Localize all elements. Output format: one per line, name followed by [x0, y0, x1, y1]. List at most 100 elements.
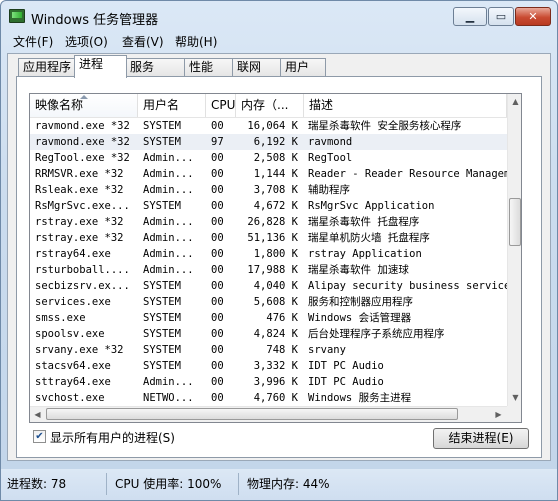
cell-image-name: ravmond.exe *32	[35, 136, 130, 148]
process-row[interactable]: svchost.exe NETWO... 00 4,760 K Windows 服务主进…	[30, 390, 507, 406]
menu-options[interactable]: 选项(O)	[65, 33, 108, 50]
cell-description: Windows 会话管理器	[308, 312, 412, 324]
scrollbar-corner	[507, 406, 521, 422]
title-bar[interactable]: Windows 任务管理器 ▁ ▭ ✕	[1, 1, 557, 31]
column-image-name[interactable]: 映像名称	[30, 94, 138, 117]
cell-description: RegTool	[308, 152, 353, 164]
process-row[interactable]: RRMSVR.exe *32 Admin... 00 1,144 K Reader - …	[30, 166, 507, 182]
cell-description: rstray Application	[308, 248, 422, 260]
column-user-name[interactable]: 用户名	[138, 94, 206, 117]
cell-memory: 4,824 K	[253, 328, 298, 340]
tab-applications[interactable]: 应用程序	[18, 58, 76, 77]
cell-cpu: 00	[211, 344, 224, 356]
cell-description: 辅助程序	[308, 184, 350, 196]
cell-cpu: 00	[211, 232, 224, 244]
cell-cpu: 00	[211, 392, 224, 404]
maximize-button[interactable]: ▭	[488, 7, 514, 26]
cell-image-name: stacsv64.exe	[35, 360, 111, 372]
cell-cpu: 00	[211, 200, 224, 212]
process-row[interactable]: srvany.exe *32 SYSTEM 00 748 K srvany	[30, 342, 507, 358]
tab-services[interactable]: 服务	[125, 58, 186, 77]
cell-user-name: SYSTEM	[143, 296, 181, 308]
vertical-scroll-thumb[interactable]	[509, 198, 521, 246]
scroll-down-icon[interactable]: ▼	[508, 390, 521, 406]
process-row[interactable]: RsMgrSvc.exe... SYSTEM 00 4,672 K RsMgrSvc A…	[30, 198, 507, 214]
scroll-right-icon[interactable]: ▶	[491, 407, 506, 422]
status-physical-memory: 物理内存: 44%	[247, 477, 330, 491]
checkmark-icon: ✔	[35, 431, 44, 442]
column-description[interactable]: 描述	[304, 94, 507, 117]
cell-image-name: svchost.exe	[35, 392, 105, 404]
status-cpu-usage: CPU 使用率: 100%	[111, 473, 239, 495]
cell-description: srvany	[308, 344, 346, 356]
close-button[interactable]: ✕	[515, 7, 551, 26]
tab-networking[interactable]: 联网	[232, 58, 282, 77]
cell-user-name: SYSTEM	[143, 360, 181, 372]
maximize-icon: ▭	[495, 10, 507, 23]
task-manager-window: Windows 任务管理器 ▁ ▭ ✕ 文件(F) 选项(O) 查看(V) 帮助…	[0, 0, 558, 501]
cell-image-name: srvany.exe *32	[35, 344, 124, 356]
close-icon: ✕	[528, 10, 538, 23]
cell-image-name: secbizsrv.ex...	[35, 280, 130, 292]
process-row[interactable]: RegTool.exe *32 Admin... 00 2,508 K RegTool	[30, 150, 507, 166]
end-process-button[interactable]: 结束进程(E)	[433, 428, 529, 449]
cell-user-name: Admin...	[143, 152, 194, 164]
horizontal-scroll-thumb[interactable]	[46, 408, 458, 420]
process-row[interactable]: spoolsv.exe SYSTEM 00 4,824 K 后台处理程序子系统应用程序	[30, 326, 507, 342]
cell-user-name: Admin...	[143, 184, 194, 196]
process-row[interactable]: Rsleak.exe *32 Admin... 00 3,708 K 辅助程序	[30, 182, 507, 198]
tab-users[interactable]: 用户	[280, 58, 326, 77]
column-cpu[interactable]: CPU	[206, 94, 236, 117]
cell-image-name: smss.exe	[35, 312, 86, 324]
cell-cpu: 00	[211, 296, 224, 308]
cell-memory: 1,144 K	[253, 168, 298, 180]
cell-image-name: ravmond.exe *32	[35, 120, 130, 132]
process-row[interactable]: stacsv64.exe SYSTEM 00 3,332 K IDT PC Audio	[30, 358, 507, 374]
tab-performance[interactable]: 性能	[184, 58, 234, 77]
cell-user-name: SYSTEM	[143, 200, 181, 212]
process-row[interactable]: services.exe SYSTEM 00 5,608 K 服务和控制器应用程序	[30, 294, 507, 310]
horizontal-scrollbar[interactable]: ◀ ▶	[30, 406, 507, 422]
cell-image-name: rstray.exe *32	[35, 216, 124, 228]
cell-memory: 16,064 K	[247, 120, 298, 132]
minimize-button[interactable]: ▁	[453, 7, 487, 26]
main-panel: 应用程序 进程 服务 性能 联网 用户 映像名称 用户名 CPU 内存（... …	[7, 53, 551, 461]
cell-user-name: Admin...	[143, 216, 194, 228]
process-row[interactable]: secbizsrv.ex... SYSTEM 00 4,040 K Alipay sec…	[30, 278, 507, 294]
cell-description: 瑞星单机防火墙 托盘程序	[308, 232, 430, 244]
cell-description: 瑞星杀毒软件 加速球	[308, 264, 409, 276]
scroll-up-icon[interactable]: ▲	[508, 94, 521, 110]
cell-description: 瑞星杀毒软件 托盘程序	[308, 216, 420, 228]
column-memory[interactable]: 内存（...	[236, 94, 304, 117]
menu-file[interactable]: 文件(F)	[13, 33, 53, 50]
process-row[interactable]: ravmond.exe *32 SYSTEM 97 6,192 K ravmond	[30, 134, 507, 150]
cell-memory: 3,332 K	[253, 360, 298, 372]
process-row[interactable]: ravmond.exe *32 SYSTEM 00 16,064 K 瑞星杀毒软件 安全…	[30, 118, 507, 134]
process-list[interactable]: 映像名称 用户名 CPU 内存（... 描述 ravmond.exe *32 SY…	[29, 93, 522, 423]
cell-cpu: 00	[211, 152, 224, 164]
cell-cpu: 00	[211, 360, 224, 372]
cell-description: IDT PC Audio	[308, 376, 384, 388]
process-row[interactable]: smss.exe SYSTEM 00 476 K Windows 会话管理器	[30, 310, 507, 326]
process-row[interactable]: rstray.exe *32 Admin... 00 26,828 K 瑞星杀毒软件 托…	[30, 214, 507, 230]
cell-memory: 1,800 K	[253, 248, 298, 260]
cell-description: 服务和控制器应用程序	[308, 296, 413, 308]
process-row[interactable]: sttray64.exe Admin... 00 3,996 K IDT PC Audi…	[30, 374, 507, 390]
menu-help[interactable]: 帮助(H)	[175, 33, 217, 50]
process-row[interactable]: rstray.exe *32 Admin... 00 51,136 K 瑞星单机防火墙 …	[30, 230, 507, 246]
cell-description: 后台处理程序子系统应用程序	[308, 328, 445, 340]
cell-cpu: 00	[211, 376, 224, 388]
cell-image-name: RRMSVR.exe *32	[35, 168, 124, 180]
process-row[interactable]: rsturboball.... Admin... 00 17,988 K 瑞星杀毒软件 …	[30, 262, 507, 278]
scroll-left-icon[interactable]: ◀	[30, 407, 45, 422]
cell-cpu: 00	[211, 312, 224, 324]
cell-cpu: 00	[211, 280, 224, 292]
process-row[interactable]: rstray64.exe Admin... 00 1,800 K rstray Appl…	[30, 246, 507, 262]
cell-cpu: 00	[211, 184, 224, 196]
tab-processes[interactable]: 进程	[74, 55, 127, 78]
show-all-users-checkbox[interactable]: ✔	[33, 430, 46, 443]
menu-view[interactable]: 查看(V)	[122, 33, 164, 50]
cell-user-name: Admin...	[143, 248, 194, 260]
cell-memory: 4,672 K	[253, 200, 298, 212]
vertical-scrollbar[interactable]: ▲ ▼	[507, 94, 521, 406]
